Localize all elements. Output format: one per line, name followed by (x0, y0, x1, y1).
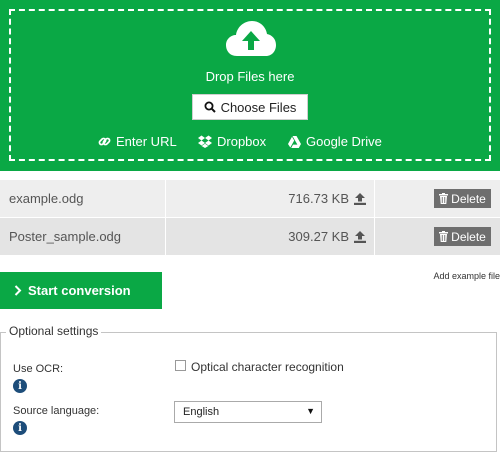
source-language-value: English (183, 406, 220, 418)
choose-files-button[interactable]: Choose Files (192, 94, 308, 120)
search-icon (204, 101, 216, 113)
google-drive-label: Google Drive (306, 134, 382, 149)
column-divider (374, 180, 375, 217)
dropbox-link[interactable]: Dropbox (198, 134, 266, 149)
upload-icon (354, 192, 366, 205)
file-row: Poster_sample.odg 309.27 KB Delete (0, 218, 500, 256)
file-size: 309.27 KB (288, 229, 366, 244)
column-divider (374, 218, 375, 255)
upload-icon (354, 230, 366, 243)
optional-settings-legend: Optional settings (6, 324, 102, 338)
source-language-select[interactable]: English ▼ (174, 401, 322, 423)
optional-settings-panel (0, 332, 497, 452)
file-size-value: 309.27 KB (288, 229, 349, 244)
use-ocr-label: Use OCR: (13, 363, 64, 375)
google-drive-icon (288, 135, 301, 148)
column-divider (165, 218, 166, 255)
file-list: example.odg 716.73 KB Delete Poster_samp… (0, 180, 500, 256)
file-name: example.odg (9, 191, 84, 206)
add-example-file-link[interactable]: Add example file (433, 271, 500, 281)
choose-files-label: Choose Files (220, 99, 297, 115)
ocr-checkbox-label[interactable]: Optical character recognition (191, 360, 344, 374)
column-divider (165, 180, 166, 217)
google-drive-link[interactable]: Google Drive (288, 134, 382, 149)
enter-url-link[interactable]: Enter URL (98, 134, 177, 149)
delete-button[interactable]: Delete (434, 189, 491, 208)
start-conversion-label: Start conversion (28, 283, 131, 298)
start-conversion-button[interactable]: Start conversion (0, 272, 162, 309)
delete-label: Delete (451, 191, 486, 206)
dropdown-arrow-icon: ▼ (306, 406, 315, 416)
chevron-right-icon (14, 285, 22, 296)
file-drop-zone[interactable]: Drop Files here Choose Files Enter URL D… (0, 0, 500, 171)
ocr-checkbox[interactable] (175, 360, 186, 371)
file-name: Poster_sample.odg (9, 229, 122, 244)
dropbox-label: Dropbox (217, 134, 267, 149)
delete-button[interactable]: Delete (434, 227, 491, 246)
dropbox-icon (198, 135, 212, 148)
file-row: example.odg 716.73 KB Delete (0, 180, 500, 218)
info-icon[interactable]: i (13, 421, 27, 435)
info-icon[interactable]: i (13, 379, 27, 393)
cloud-upload-icon (226, 21, 276, 56)
file-size-value: 716.73 KB (288, 191, 349, 206)
upload-sources: Enter URL Dropbox Google Drive (0, 134, 500, 152)
source-language-label: Source language: (13, 405, 100, 417)
delete-label: Delete (451, 229, 486, 244)
drop-files-text: Drop Files here (205, 69, 295, 84)
trash-icon (439, 193, 449, 204)
trash-icon (439, 231, 449, 242)
link-icon (98, 137, 111, 146)
file-size: 716.73 KB (288, 191, 366, 206)
enter-url-label: Enter URL (116, 134, 177, 149)
